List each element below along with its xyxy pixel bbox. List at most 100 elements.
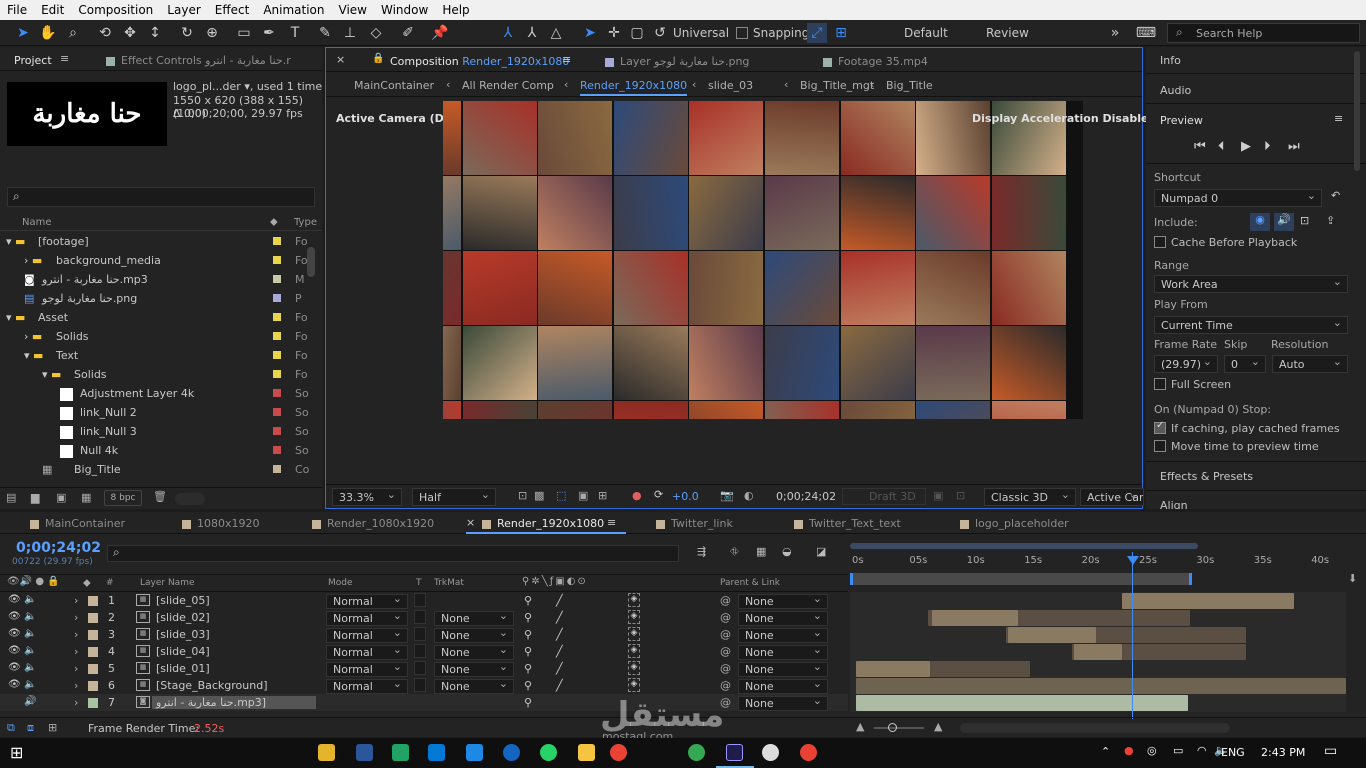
timeline-tab[interactable]: Twitter_link bbox=[656, 517, 733, 530]
expand-chevron-icon[interactable]: › bbox=[74, 679, 78, 692]
label-color-swatch[interactable] bbox=[273, 351, 281, 359]
media-player-icon[interactable] bbox=[762, 744, 779, 761]
shy-switch-icon[interactable]: ⚲ bbox=[524, 662, 532, 675]
project-scrollbar[interactable] bbox=[307, 247, 315, 277]
label-color-swatch[interactable] bbox=[273, 313, 281, 321]
audio-panel-tab[interactable]: Audio bbox=[1160, 84, 1191, 97]
app-green-icon[interactable] bbox=[392, 744, 409, 761]
breadcrumb-item[interactable]: slide_03 bbox=[708, 79, 753, 92]
3d-layer-icon[interactable]: ◈ bbox=[628, 593, 640, 607]
mask-visibility-icon[interactable]: ⬚ bbox=[556, 489, 566, 502]
puppet-pin-icon[interactable]: 📌 bbox=[430, 23, 450, 43]
layer-name[interactable]: [Stage_Background] bbox=[156, 679, 268, 692]
eye-visibility-icon[interactable]: 👁 bbox=[8, 628, 21, 639]
parent-dropdown[interactable]: None bbox=[738, 643, 828, 660]
file-explorer-icon[interactable] bbox=[318, 744, 335, 761]
pick-whip-icon[interactable]: @ bbox=[720, 611, 731, 624]
quality-switch-icon[interactable]: ╱ bbox=[556, 594, 563, 607]
project-search-input[interactable]: ⌕ bbox=[7, 187, 315, 207]
show-channel-icon[interactable]: ● bbox=[632, 489, 642, 502]
tab-effect-controls[interactable]: Effect Controls حنا مغاربة - انترو.r bbox=[106, 54, 291, 67]
snap-features-icon[interactable]: ⊞ bbox=[831, 23, 851, 43]
roto-brush-icon[interactable]: ✐ bbox=[398, 23, 418, 43]
parent-dropdown[interactable]: None bbox=[738, 626, 828, 643]
layer-row[interactable]: 👁🔈 › 1 ▦ [slide_05] Normal ⚲ ╱ ◈ @ None bbox=[0, 592, 848, 609]
include-layer-controls-icon[interactable]: ⇪ bbox=[1326, 214, 1335, 227]
expand-chevron-icon[interactable]: › bbox=[74, 611, 78, 624]
clone-stamp-icon[interactable]: ⊥ bbox=[340, 23, 360, 43]
snapshot-camera-icon[interactable]: 📷 bbox=[720, 489, 734, 502]
pen-tool-icon[interactable]: ✒ bbox=[259, 23, 279, 43]
expand-chevron-icon[interactable]: › bbox=[74, 594, 78, 607]
column-name[interactable]: Name bbox=[22, 217, 52, 228]
render-time-toggle-icon[interactable]: ⧉ bbox=[7, 721, 15, 735]
parent-dropdown[interactable]: None bbox=[738, 609, 828, 626]
view-axis-icon[interactable]: △ bbox=[546, 23, 566, 43]
more-workspaces-icon[interactable]: » bbox=[1105, 23, 1125, 43]
shy-switch-icon[interactable]: ⚲ bbox=[524, 628, 532, 641]
comp-flowchart-icon[interactable]: ⇶ bbox=[697, 545, 706, 558]
world-axis-icon[interactable]: ⅄ bbox=[522, 23, 542, 43]
audio-toggle-icon[interactable]: 🔈 bbox=[24, 628, 36, 639]
layer-active-segment[interactable] bbox=[856, 678, 1346, 694]
layer-name[interactable]: [slide_02] bbox=[156, 611, 210, 624]
notifications-icon[interactable]: ▭ bbox=[1324, 743, 1337, 759]
exposure-value[interactable]: +0.0 bbox=[672, 490, 699, 503]
label-color-swatch[interactable] bbox=[273, 427, 281, 435]
layer-label-color[interactable] bbox=[88, 698, 98, 708]
track-matte-dropdown[interactable]: None bbox=[434, 626, 514, 643]
eye-visibility-icon[interactable]: 👁 bbox=[8, 645, 21, 656]
label-tag-icon[interactable]: ⬥ bbox=[83, 576, 91, 590]
blend-mode-dropdown[interactable]: Normal bbox=[326, 609, 408, 626]
show-snapshot-icon[interactable]: ◐ bbox=[744, 489, 754, 502]
first-frame-icon[interactable]: ⏮ bbox=[1194, 139, 1206, 154]
audio-toggle-icon[interactable]: 🔈 bbox=[24, 679, 36, 690]
transparency-grid-icon[interactable]: ▩ bbox=[534, 489, 544, 502]
play-icon[interactable]: ▶ bbox=[1241, 139, 1251, 154]
pick-whip-icon[interactable]: @ bbox=[720, 628, 731, 641]
parent-dropdown[interactable]: None bbox=[738, 660, 828, 677]
shy-switch-icon[interactable]: ⚲ bbox=[524, 594, 532, 607]
zoom-tool-icon[interactable]: ⌕ bbox=[63, 23, 83, 43]
eye-visibility-icon[interactable]: 👁 bbox=[8, 611, 21, 622]
column-trkmat[interactable]: TrkMat bbox=[434, 578, 464, 588]
timeline-zoom-slider[interactable] bbox=[874, 727, 924, 729]
chrome-profile-icon[interactable] bbox=[688, 744, 705, 761]
label-color-swatch[interactable] bbox=[273, 389, 281, 397]
expand-chevron-icon[interactable]: › bbox=[74, 645, 78, 658]
resolution-dropdown[interactable]: Half bbox=[412, 488, 496, 506]
layer-row[interactable]: 👁🔈 › 5 ▦ [slide_01] Normal None ⚲ ╱ ◈ @ None bbox=[0, 660, 848, 677]
draft-3d-button[interactable]: Draft 3D bbox=[842, 488, 926, 505]
pick-whip-icon[interactable]: @ bbox=[720, 679, 731, 692]
project-item[interactable]: ▾ ▬ [footage] Fo bbox=[0, 232, 320, 251]
preserve-transparency-toggle[interactable] bbox=[414, 593, 426, 607]
shy-switch-icon[interactable]: ⚲ bbox=[524, 611, 532, 624]
brush-tool-icon[interactable]: ✎ bbox=[315, 23, 335, 43]
project-item[interactable]: ▾ ▬ Text Fo bbox=[0, 346, 320, 365]
app-blue-icon[interactable] bbox=[466, 744, 483, 761]
breadcrumb-item[interactable]: Big_Title bbox=[886, 79, 933, 92]
project-item[interactable]: ▾ ▬ Solids Fo bbox=[0, 365, 320, 384]
blend-mode-dropdown[interactable]: Normal bbox=[326, 592, 408, 609]
resolution-dropdown[interactable]: Auto bbox=[1272, 355, 1348, 373]
timeline-tab[interactable]: Render_1920x1080 bbox=[482, 517, 604, 530]
outlook-icon[interactable] bbox=[428, 744, 445, 761]
preview-panel-tab[interactable]: Preview bbox=[1160, 114, 1203, 127]
track-matte-dropdown[interactable]: None bbox=[434, 677, 514, 694]
wifi-icon[interactable]: ◠ bbox=[1197, 744, 1207, 757]
expand-chevron-icon[interactable]: › bbox=[74, 662, 78, 675]
3d-layer-icon[interactable]: ◈ bbox=[628, 661, 640, 675]
play-from-dropdown[interactable]: Current Time bbox=[1154, 316, 1348, 334]
blend-mode-dropdown[interactable]: Normal bbox=[326, 626, 408, 643]
current-time-indicator[interactable] bbox=[1132, 552, 1133, 719]
label-color-swatch[interactable] bbox=[273, 332, 281, 340]
close-tab-icon[interactable]: × bbox=[336, 53, 345, 66]
after-effects-icon[interactable] bbox=[726, 744, 743, 761]
align-panel-tab[interactable]: Align bbox=[1160, 499, 1188, 509]
if-caching-checkbox[interactable]: ✓ bbox=[1154, 420, 1166, 434]
track-matte-dropdown[interactable]: None bbox=[434, 643, 514, 660]
time-ruler[interactable]: 0s 05s 10s 15s 20s 25s 30s 35s 40s bbox=[850, 535, 1348, 592]
layer-tracks[interactable] bbox=[850, 592, 1346, 712]
layer-row[interactable]: 👁🔈 › 6 ▦ [Stage_Background] Normal None ⚲ ╱ ◈ @ Non… bbox=[0, 677, 848, 694]
project-settings-icon[interactable]: ▦ bbox=[81, 491, 91, 504]
